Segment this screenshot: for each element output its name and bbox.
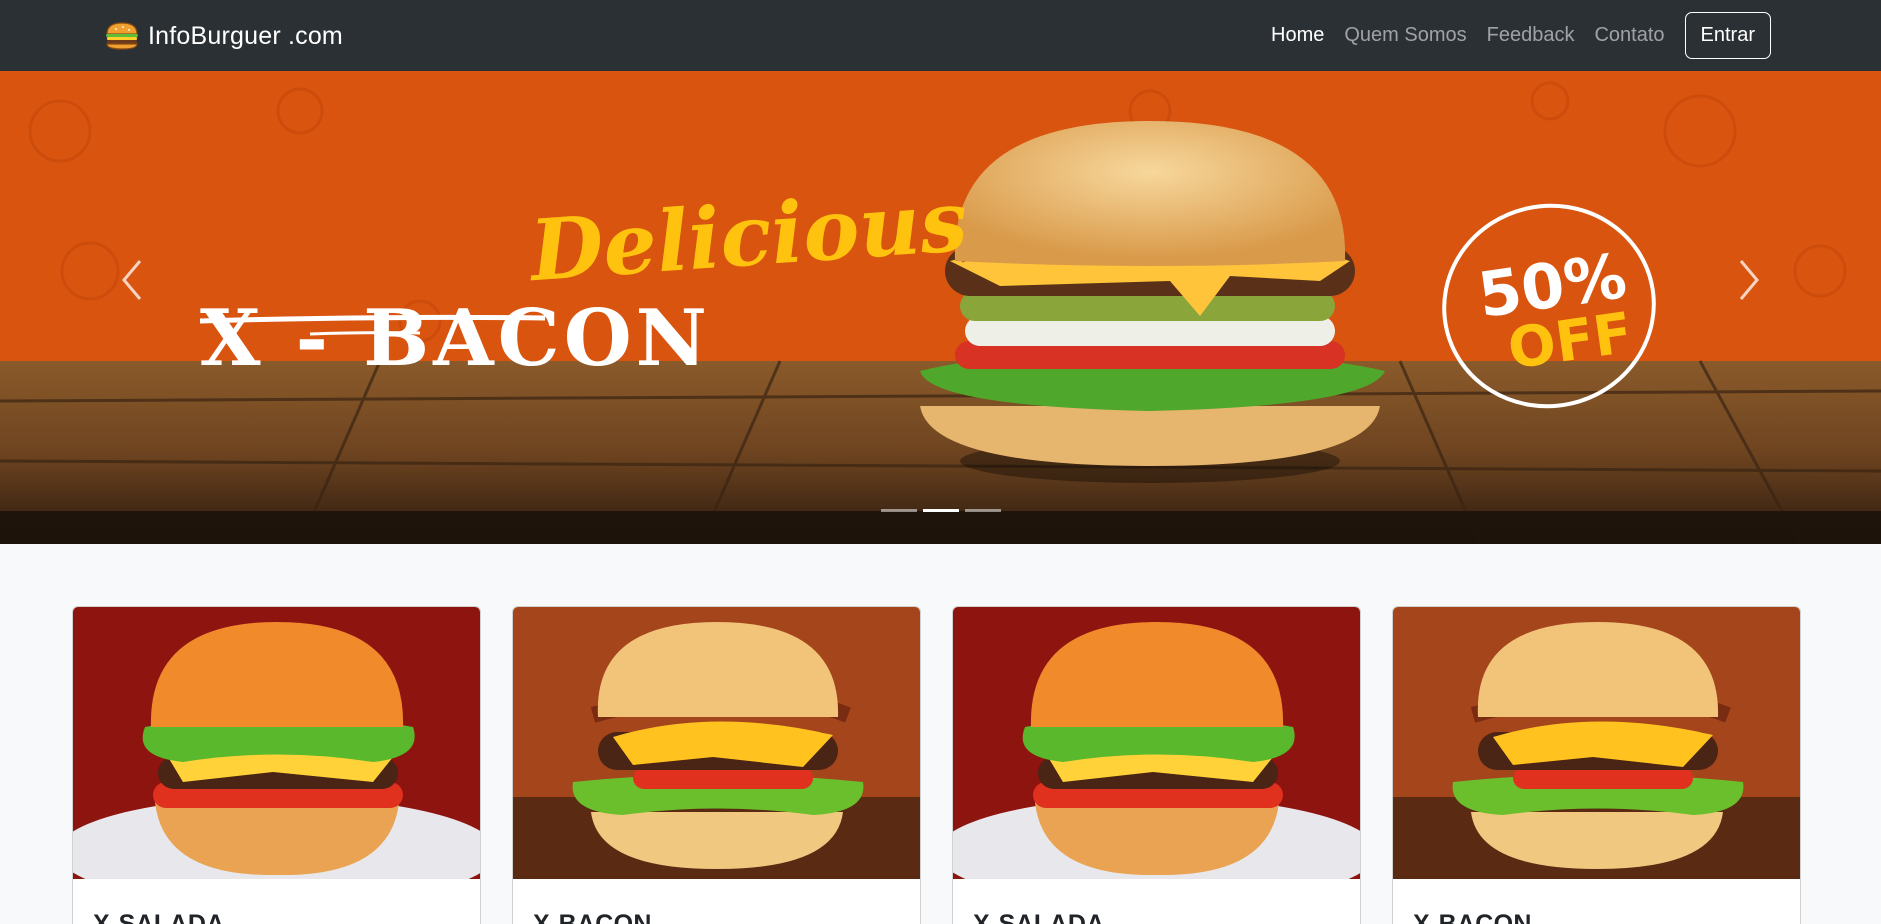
carousel-indicator[interactable]	[880, 509, 917, 512]
card-title: X-BACON	[533, 910, 652, 924]
chevron-right-icon	[1739, 260, 1759, 300]
brand-name: InfoBurguer .com	[148, 21, 343, 50]
card-body: X-BACON	[513, 884, 920, 924]
card-body: X-SALADA	[73, 884, 480, 924]
nav-contato[interactable]: Contato	[1584, 11, 1674, 59]
product-card[interactable]: X-SALADA	[952, 606, 1361, 924]
hero-headline: X - BACON	[200, 293, 711, 384]
brand-link[interactable]: InfoBurguer .com	[104, 18, 343, 54]
carousel-indicator-active[interactable]	[922, 509, 959, 512]
chevron-left-icon	[122, 260, 142, 300]
navbar: InfoBurguer .com Home Quem Somos Feedbac…	[0, 0, 1881, 71]
carousel-prev-button[interactable]	[112, 255, 156, 305]
carousel-next-button[interactable]	[1725, 255, 1769, 305]
hero-carousel: Delicious X - BACON 50% OFF	[0, 71, 1881, 544]
carousel-indicator[interactable]	[964, 509, 1001, 512]
nav-home[interactable]: Home	[1261, 11, 1334, 59]
product-card[interactable]: X-BACON	[1392, 606, 1801, 924]
product-card[interactable]: X-BACON	[512, 606, 921, 924]
main-nav: Home Quem Somos Feedback Contato Entrar	[1261, 11, 1771, 59]
bacon-burger-image	[513, 607, 920, 879]
salada-burger-image	[953, 607, 1360, 907]
product-cards: X-SALADA X-BACON X-SALADA X-BACON	[72, 606, 1803, 924]
burger-icon	[106, 22, 138, 50]
salada-burger-image	[73, 607, 480, 907]
card-body: X-BACON	[1393, 884, 1800, 924]
carousel-indicators	[0, 509, 1881, 512]
login-button[interactable]: Entrar	[1684, 11, 1771, 59]
nav-feedback[interactable]: Feedback	[1477, 11, 1585, 59]
card-title: X-SALADA	[93, 910, 225, 924]
bacon-burger-image	[1393, 607, 1800, 879]
card-title: X-BACON	[1413, 910, 1532, 924]
card-body: X-SALADA	[953, 884, 1360, 924]
nav-quem-somos[interactable]: Quem Somos	[1334, 11, 1476, 59]
card-title: X-SALADA	[973, 910, 1105, 924]
product-card[interactable]: X-SALADA	[72, 606, 481, 924]
